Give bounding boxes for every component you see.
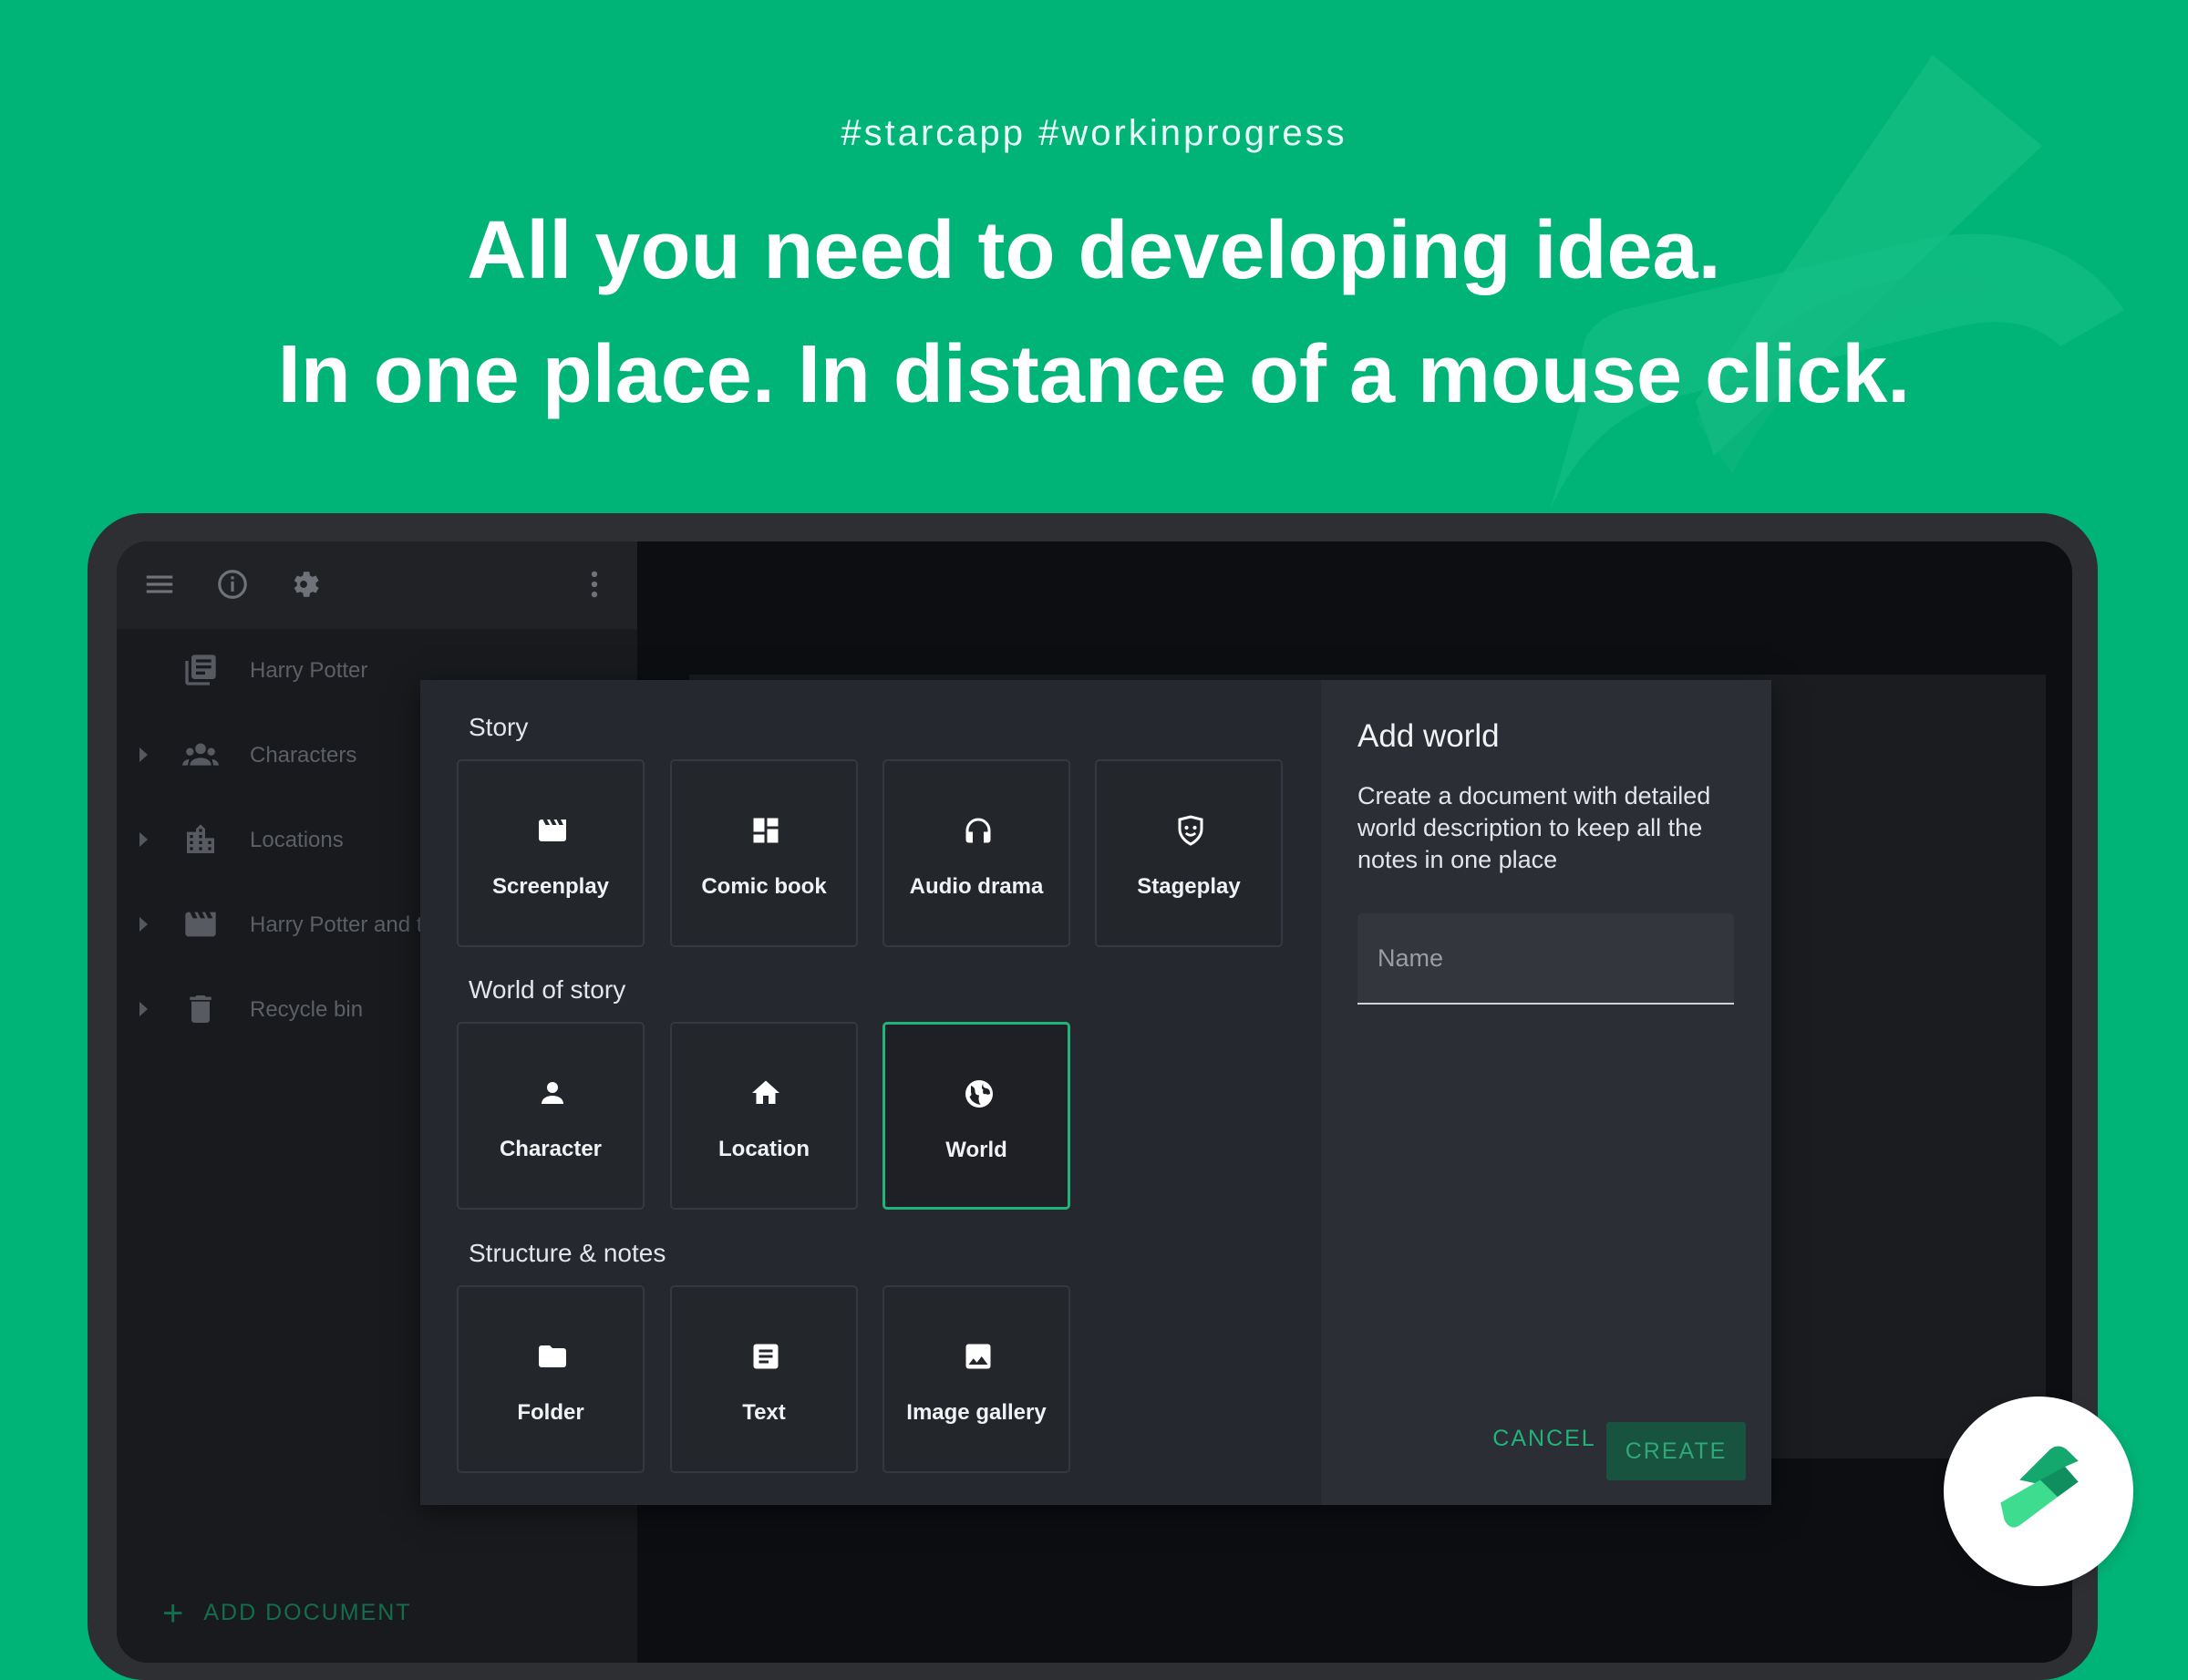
card-folder[interactable]: Folder xyxy=(457,1285,645,1473)
card-world[interactable]: World xyxy=(882,1022,1070,1210)
card-comic-book[interactable]: Comic book xyxy=(670,759,858,947)
theater-mask-icon xyxy=(1174,814,1207,847)
card-label: Location xyxy=(718,1137,810,1161)
headphones-icon xyxy=(962,814,995,847)
city-icon xyxy=(182,821,219,858)
card-label: Folder xyxy=(517,1400,584,1425)
card-label: Image gallery xyxy=(906,1400,1047,1425)
card-label: Text xyxy=(742,1400,786,1425)
card-label: Screenplay xyxy=(491,874,610,899)
menu-icon[interactable] xyxy=(142,567,177,602)
name-input[interactable] xyxy=(1376,939,1726,977)
card-image-gallery[interactable]: Image gallery xyxy=(882,1285,1070,1473)
sidebar-toolbar xyxy=(117,541,637,629)
card-screenplay[interactable]: Screenplay xyxy=(457,759,645,947)
trash-icon xyxy=(182,991,219,1027)
settings-icon[interactable] xyxy=(286,567,321,602)
card-text[interactable]: Text xyxy=(670,1285,858,1473)
person-icon xyxy=(536,1077,569,1109)
tree-item-label: Characters xyxy=(250,743,357,768)
headline-line-1: All you need to developing idea. xyxy=(467,205,1721,296)
expand-arrow-icon[interactable] xyxy=(139,1002,148,1016)
create-document-dialog: Story Screenplay Comic book Audio drama … xyxy=(420,680,1771,1505)
card-audio-drama[interactable]: Audio drama xyxy=(882,759,1070,947)
app-logo-badge xyxy=(1944,1397,2133,1586)
hashtags: #starcapp #workinprogress xyxy=(841,113,1347,153)
info-icon[interactable] xyxy=(215,567,250,602)
clapperboard-icon xyxy=(182,906,219,943)
document-details-panel: Add world Create a document with detaile… xyxy=(1321,680,1771,1505)
document-text-icon xyxy=(749,1340,782,1373)
card-label: Character xyxy=(499,1137,603,1161)
plus-icon: + xyxy=(162,1593,186,1634)
project-icon xyxy=(182,652,219,688)
section-title-structure-notes: Structure & notes xyxy=(469,1239,666,1267)
create-button[interactable]: CREATE xyxy=(1606,1422,1746,1480)
card-label: Stageplay xyxy=(1137,874,1241,899)
tree-item-label: Harry Potter xyxy=(250,658,368,683)
card-character[interactable]: Character xyxy=(457,1022,645,1210)
card-stageplay[interactable]: Stageplay xyxy=(1095,759,1283,947)
section-title-story: Story xyxy=(469,713,529,741)
tree-item-label: Locations xyxy=(250,828,344,852)
globe-icon xyxy=(963,1077,996,1110)
section-title-world-of-story: World of story xyxy=(469,975,626,1004)
details-description: Create a document with detailed world de… xyxy=(1357,782,1711,873)
more-vertical-icon[interactable] xyxy=(577,567,612,602)
add-document-button[interactable]: + ADD DOCUMENT xyxy=(162,1588,412,1634)
clapperboard-icon xyxy=(536,814,569,847)
tree-item-label: Harry Potter and t xyxy=(250,912,423,937)
card-location[interactable]: Location xyxy=(670,1022,858,1210)
tree-item-label: Recycle bin xyxy=(250,997,364,1022)
image-icon xyxy=(962,1340,995,1373)
people-icon xyxy=(182,737,219,773)
card-label: World xyxy=(945,1138,1007,1162)
details-title: Add world xyxy=(1357,718,1500,754)
cancel-button[interactable]: CANCEL xyxy=(1476,1420,1613,1457)
document-type-list: Story Screenplay Comic book Audio drama … xyxy=(420,680,1321,1505)
expand-arrow-icon[interactable] xyxy=(139,832,148,847)
card-label: Comic book xyxy=(701,874,827,899)
home-icon xyxy=(749,1077,782,1109)
expand-arrow-icon[interactable] xyxy=(139,747,148,762)
folder-icon xyxy=(536,1340,569,1373)
add-document-label: ADD DOCUMENT xyxy=(203,1600,412,1625)
headline-line-2: In one place. In distance of a mouse cli… xyxy=(277,329,1911,420)
comic-book-icon xyxy=(749,814,782,847)
expand-arrow-icon[interactable] xyxy=(139,917,148,932)
app-logo-icon xyxy=(2000,1446,2079,1528)
card-label: Audio drama xyxy=(909,874,1044,899)
name-field[interactable] xyxy=(1357,913,1734,1005)
